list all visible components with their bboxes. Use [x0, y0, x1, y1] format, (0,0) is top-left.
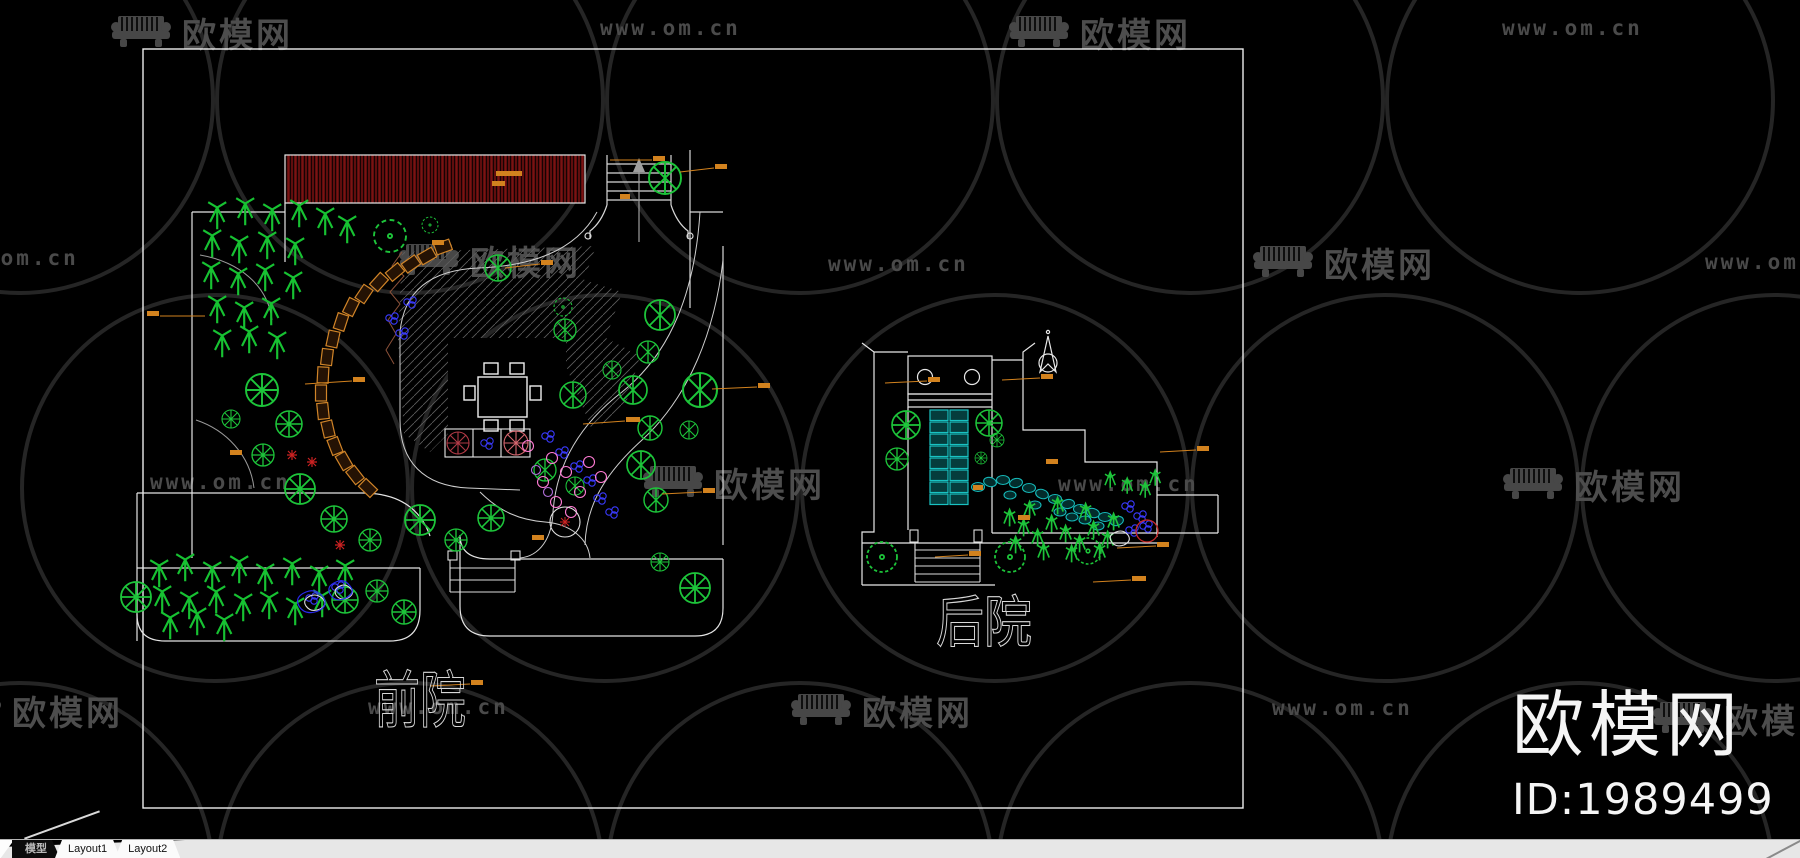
- stone-path: [970, 474, 1124, 531]
- front-yard-label: 前院: [374, 664, 466, 737]
- bar-white-corner: [0, 840, 14, 858]
- pergola-band: [284, 154, 586, 204]
- tab-layout2[interactable]: Layout2: [115, 840, 180, 858]
- model-space-canvas[interactable]: 欧模网 欧模网 欧模网 欧模网 欧模网 欧模网 欧模网 欧模网 欧模网 www.…: [0, 0, 1800, 858]
- back-yard-label: 后院: [936, 591, 1032, 656]
- layout-tab-bar: 模型 Layout1 Layout2: [0, 838, 1800, 858]
- bar-diagonal-mark: [1762, 838, 1800, 858]
- back-yard-plan: 后院: [861, 329, 1219, 657]
- dining-table: [448, 338, 566, 434]
- north-arrow-icon: [1038, 329, 1058, 374]
- deck-steps: [447, 550, 521, 593]
- red-marker-circle: [1135, 519, 1159, 543]
- tab-layout1[interactable]: Layout1: [55, 840, 120, 858]
- brand-watermark-large: 欧模网 ID:1989499: [1512, 666, 1774, 825]
- tab-model[interactable]: 模型: [12, 840, 60, 858]
- brand-name-text: 欧模网: [1512, 683, 1744, 767]
- trees-back: [866, 409, 1162, 573]
- brand-id-text: ID:1989499: [1512, 775, 1774, 825]
- front-yard-plan: 前院: [120, 150, 770, 738]
- flowers-back: [1121, 500, 1153, 537]
- stair-path: [929, 409, 969, 506]
